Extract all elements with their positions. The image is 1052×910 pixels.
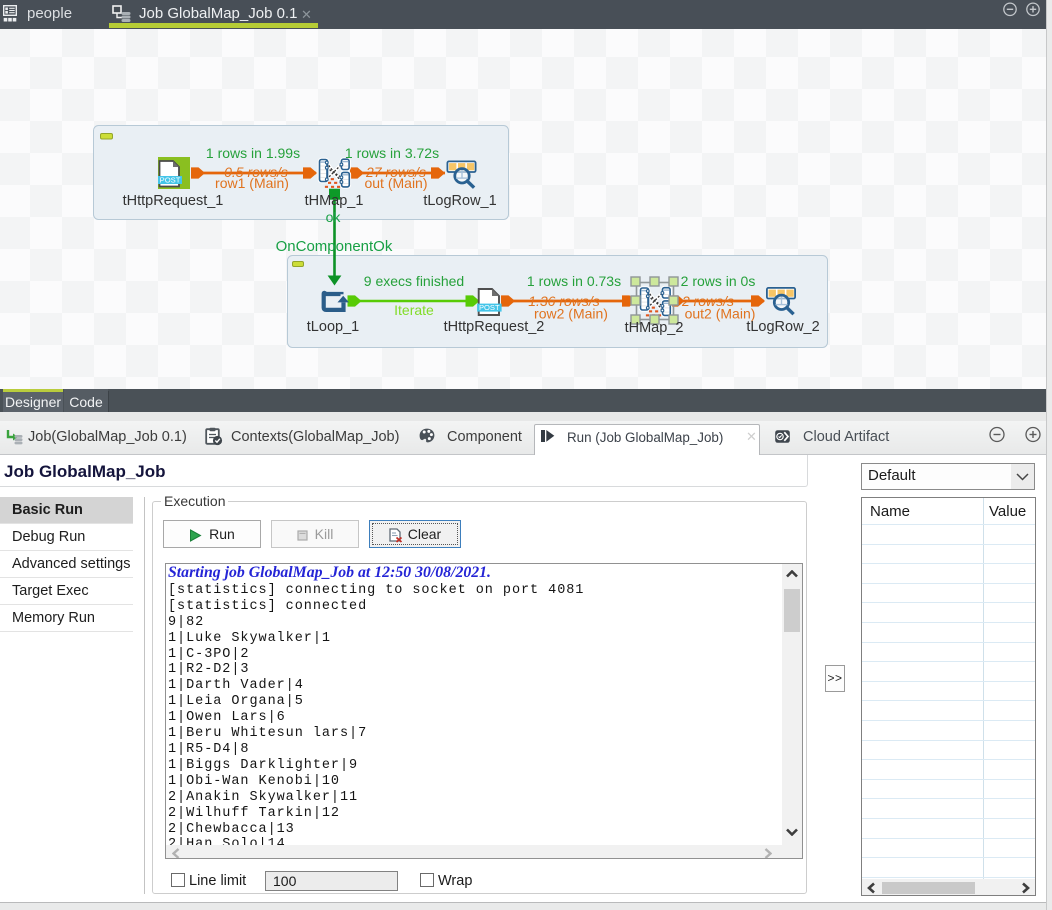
- svg-text:POST: POST: [160, 176, 181, 185]
- svg-text:OnComponentOk: OnComponentOk: [276, 238, 393, 255]
- svg-text:tHttpRequest_1: tHttpRequest_1: [123, 193, 224, 209]
- svg-text:1 rows in 0.73s: 1 rows in 0.73s: [527, 273, 621, 289]
- svg-text:tHMap_1: tHMap_1: [305, 193, 364, 209]
- svg-text:Iterate: Iterate: [394, 302, 434, 318]
- svg-text:1 rows in 1.99s: 1 rows in 1.99s: [206, 145, 300, 161]
- svg-text:row2 (Main): row2 (Main): [534, 306, 608, 322]
- svg-text:tHMap_2: tHMap_2: [625, 320, 684, 336]
- svg-text:tLoop_1: tLoop_1: [307, 319, 359, 335]
- svg-text:row1 (Main): row1 (Main): [215, 175, 289, 191]
- svg-text:tHttpRequest_2: tHttpRequest_2: [444, 319, 545, 335]
- svg-text:2 rows in 0s: 2 rows in 0s: [681, 273, 756, 289]
- svg-text:9 execs finished: 9 execs finished: [364, 273, 464, 289]
- svg-text:ok: ok: [326, 209, 342, 225]
- svg-text:tLogRow_2: tLogRow_2: [746, 319, 819, 335]
- svg-text:1 rows in 3.72s: 1 rows in 3.72s: [345, 145, 439, 161]
- svg-text:tLogRow_1: tLogRow_1: [423, 193, 496, 209]
- svg-text:out (Main): out (Main): [364, 175, 427, 191]
- svg-text:out2 (Main): out2 (Main): [685, 306, 756, 322]
